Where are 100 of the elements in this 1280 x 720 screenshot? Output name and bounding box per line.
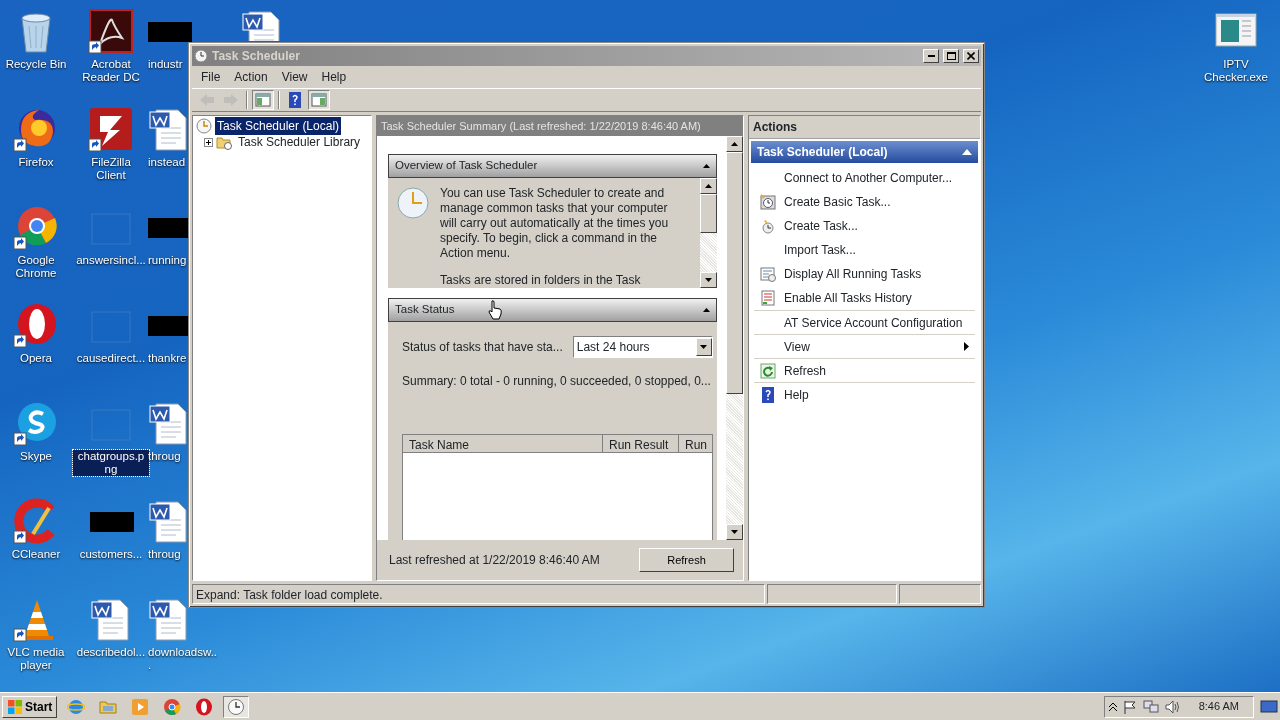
desktop-icon-label[interactable]: instead	[146, 156, 188, 169]
section-header[interactable]: Overview of Task Scheduler	[388, 154, 717, 178]
lightning-logo-icon[interactable]	[88, 106, 134, 152]
scroll-up-icon	[705, 184, 712, 188]
tree-item[interactable]: Task Scheduler Library	[236, 133, 363, 151]
clock-icon	[196, 118, 212, 134]
desktop-icon-label[interactable]: VLC media player	[0, 646, 74, 672]
speaker-icon[interactable]	[1164, 699, 1181, 714]
desktop-icon-label[interactable]: IPTV Checker.exe	[1198, 58, 1274, 84]
menu-item[interactable]: View	[274, 66, 315, 88]
menu-item[interactable]: Action	[227, 66, 275, 88]
summary-text: Summary: 0 total - 0 running, 0 succeeded, 0 stopped, 0...	[402, 373, 712, 390]
desktop-icon-label[interactable]: Acrobat Reader DC	[73, 58, 149, 84]
ring-logo-icon[interactable]	[13, 302, 59, 348]
start-logo-icon	[7, 698, 23, 715]
tree-item[interactable]: Task Scheduler (Local)	[215, 117, 342, 135]
clock-icon	[227, 697, 246, 716]
new-task-icon	[760, 218, 776, 234]
panel-toggle-icon	[254, 91, 272, 109]
scroll-down-icon	[731, 530, 738, 534]
pane-command[interactable]: AT Service Account Configuration	[754, 310, 975, 334]
pane-command[interactable]: Create Basic Task...	[754, 190, 975, 214]
desktop-icon-label[interactable]: industr	[146, 58, 185, 71]
period-dropdown[interactable]: Last 24 hours	[572, 336, 713, 358]
status-text: Expand: Task folder load complete.	[192, 584, 765, 604]
pane-header: Actions	[749, 116, 980, 139]
desktop-icon-label[interactable]: throug	[146, 450, 183, 463]
pane-command[interactable]: Display All Running Tasks	[754, 262, 975, 286]
pane-command[interactable]: Help	[754, 382, 975, 406]
action-group-header[interactable]: Task Scheduler (Local)	[751, 141, 978, 163]
desktop-icon-label[interactable]: FileZilla Client	[73, 156, 149, 182]
collapse-icon[interactable]	[703, 308, 710, 312]
panel-toggle-button[interactable]	[308, 90, 330, 110]
desktop-icon-label[interactable]: Google Chrome	[0, 254, 74, 280]
desktop-icon-label[interactable]: thankre	[146, 352, 189, 365]
history-list-icon	[760, 290, 776, 306]
folder-icon	[216, 134, 233, 150]
desktop-icon-label[interactable]: Recycle Bin	[3, 58, 69, 71]
desktop-icon-label[interactable]: Firefox	[16, 156, 56, 169]
pane-command[interactable]: Import Task...	[754, 238, 975, 262]
column-header[interactable]: Run Result	[603, 435, 679, 452]
scrollbar[interactable]	[726, 136, 743, 540]
pane-command[interactable]: View	[754, 334, 975, 358]
dropdown-arrow-icon	[700, 345, 708, 349]
task-wizard-icon	[760, 194, 776, 210]
close-icon	[967, 52, 975, 60]
network-icon[interactable]	[1142, 699, 1159, 714]
desktop-icon-label[interactable]: describedol...	[74, 646, 148, 659]
expand-icon[interactable]	[204, 137, 213, 147]
circle-logo-icon[interactable]	[13, 204, 59, 250]
menu-item[interactable]: File	[194, 66, 228, 88]
desktop-icon-label[interactable]: causedirect...	[74, 352, 148, 365]
scroll-up-icon	[731, 142, 738, 146]
desktop-icon-label[interactable]: Opera	[18, 352, 54, 365]
ring-logo-icon	[195, 697, 214, 716]
close-button[interactable]	[963, 49, 979, 63]
speech-blob-icon[interactable]	[13, 400, 59, 446]
desktop-icon-label[interactable]: CCleaner	[9, 548, 63, 561]
clock-icon	[396, 186, 430, 220]
paragraph: Tasks are stored in folders in the Task	[440, 273, 642, 288]
pdf-app-icon[interactable]	[88, 8, 134, 54]
desktop-icon-label[interactable]: running	[146, 254, 189, 267]
pane-command[interactable]: Connect to Another Computer...	[754, 166, 975, 190]
minimize-button[interactable]	[923, 49, 939, 63]
desktop-icon-label[interactable]: answersincl...	[74, 254, 148, 267]
menu-item[interactable]: Help	[314, 66, 354, 88]
desktop-icon-label[interactable]: throug	[146, 548, 183, 561]
refresh-icon	[760, 362, 776, 379]
filter-label: Status of tasks that have sta...	[402, 339, 563, 356]
desktop-icon-label[interactable]: chatgroups.png	[73, 450, 149, 476]
flag-icon[interactable]	[1122, 699, 1137, 714]
panel-toggle-button[interactable]	[252, 90, 274, 110]
section-header[interactable]: Task Status	[388, 298, 717, 322]
scrollbar[interactable]	[700, 178, 717, 288]
section-title: Task Status	[395, 302, 455, 318]
start-button[interactable]: Start	[2, 695, 58, 718]
column-header[interactable]: Task Name	[403, 435, 603, 452]
show-desktop-icon[interactable]	[1260, 699, 1278, 714]
help-icon	[760, 386, 776, 403]
desktop-icon-label[interactable]: customers...	[77, 548, 145, 561]
help-icon	[286, 91, 304, 109]
pane-command[interactable]: Enable All Tasks History	[754, 286, 975, 310]
panel-toggle-icon	[310, 91, 328, 109]
globe-icon	[67, 697, 86, 716]
clock-icon	[194, 49, 208, 63]
paragraph: You can use Task Scheduler to create and manage common tasks that your computer will carry out automatically at the times you specify. To begin, click a command in the Action menu.	[440, 186, 670, 261]
hand-cursor-icon	[488, 300, 502, 320]
pane-command[interactable]: Refresh	[754, 358, 975, 382]
desktop-icon-label[interactable]: Skype	[18, 450, 54, 463]
taskbar-button[interactable]	[223, 695, 250, 718]
scroll-down-icon	[705, 278, 712, 282]
collapse-icon[interactable]	[703, 164, 710, 168]
maximize-button[interactable]	[943, 49, 959, 63]
last-refreshed-text: Last refreshed at 1/22/2019 8:46:40 AM	[389, 552, 600, 569]
refresh-button[interactable]: Refresh	[639, 548, 734, 572]
pane-command[interactable]: Create Task...	[754, 214, 975, 238]
pane-header: Task Scheduler Summary (Last refreshed: 1/22/2019 8:46:40 AM)	[377, 116, 743, 136]
column-header[interactable]: Run	[679, 435, 712, 452]
circle-logo-icon	[163, 697, 182, 716]
chevron-up-icon[interactable]	[1108, 701, 1117, 712]
